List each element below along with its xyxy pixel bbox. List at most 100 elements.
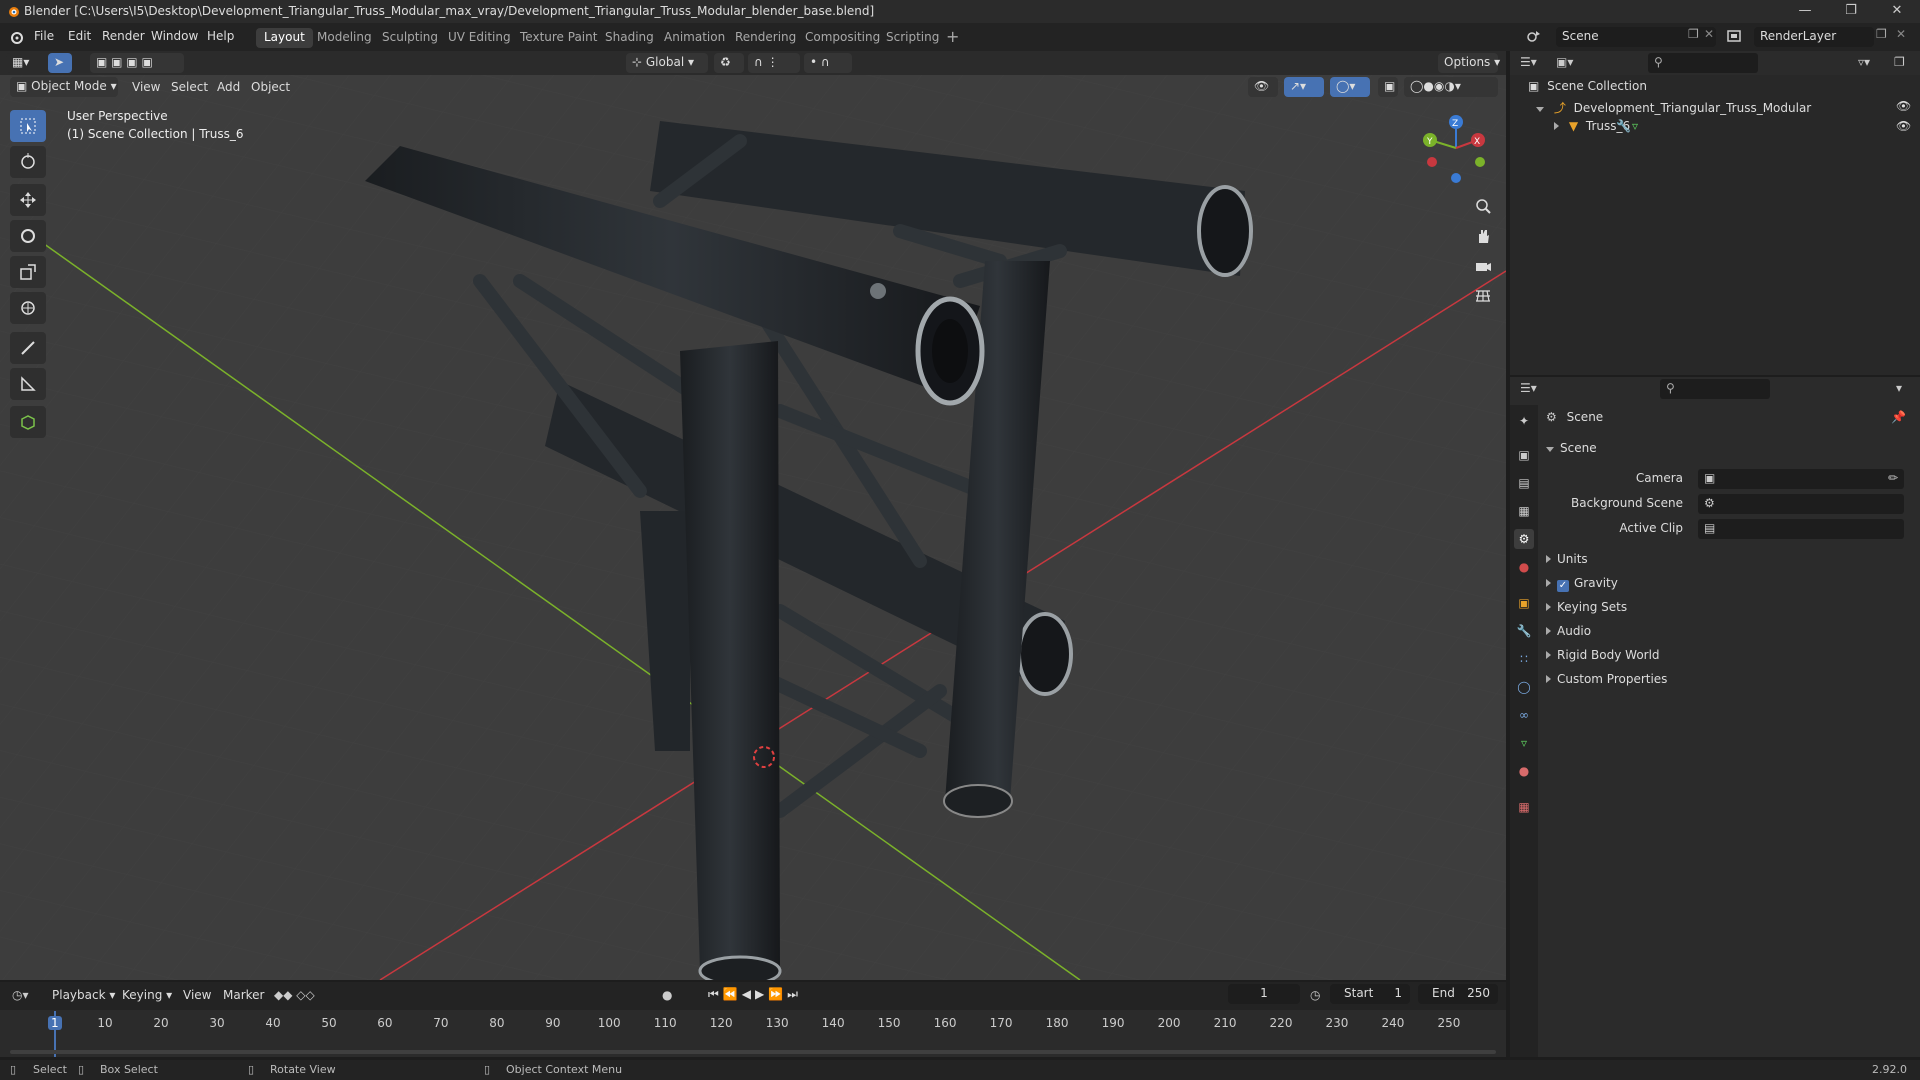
material-tab-icon[interactable]: ● bbox=[1514, 761, 1534, 781]
timeline-menu-view[interactable]: View bbox=[183, 988, 211, 1002]
navigation-gizmo[interactable]: Z Y X bbox=[1416, 108, 1496, 188]
world-tab-icon[interactable]: ● bbox=[1514, 557, 1534, 577]
background-scene-field[interactable]: ⚙ bbox=[1698, 494, 1904, 514]
delete-scene-icon[interactable]: ✕ bbox=[1704, 27, 1714, 41]
data-tab-icon[interactable]: ▿ bbox=[1514, 733, 1534, 753]
neg-z-handle-icon[interactable] bbox=[1451, 173, 1461, 183]
3d-viewport[interactable] bbox=[0, 51, 1506, 980]
rigid-body-world-panel-header[interactable]: Rigid Body World bbox=[1546, 648, 1660, 662]
output-tab-icon[interactable]: ▤ bbox=[1514, 473, 1534, 493]
display-mode-icon[interactable]: ▣▾ bbox=[1556, 55, 1573, 69]
scene-icon[interactable] bbox=[1526, 28, 1542, 44]
add-workspace-icon[interactable]: + bbox=[946, 27, 959, 46]
visibility-eye-icon[interactable]: 👁 bbox=[1896, 99, 1911, 113]
add-cube-tool-icon[interactable] bbox=[10, 406, 46, 438]
workspace-tab-shading[interactable]: Shading bbox=[597, 28, 662, 48]
gizmo-toggle-icon[interactable]: ↗▾ bbox=[1284, 77, 1324, 97]
measure-tool-icon[interactable] bbox=[10, 368, 46, 400]
rotate-tool-icon[interactable] bbox=[10, 220, 46, 252]
cursor-tool-icon[interactable] bbox=[10, 146, 46, 178]
collapse-arrow-icon[interactable] bbox=[1554, 122, 1559, 130]
properties-options-icon[interactable]: ▾ bbox=[1896, 381, 1902, 395]
outliner-row-scene-collection[interactable]: ▣ Scene Collection bbox=[1528, 79, 1908, 97]
timeline-menu-keying[interactable]: Keying ▾ bbox=[122, 988, 172, 1002]
particles-tab-icon[interactable]: ∷ bbox=[1514, 649, 1534, 669]
units-panel-header[interactable]: Units bbox=[1546, 552, 1588, 566]
menu-window[interactable]: Window bbox=[151, 29, 198, 43]
xray-toggle-icon[interactable]: ▣ bbox=[1378, 77, 1398, 97]
annotate-tool-icon[interactable] bbox=[10, 332, 46, 364]
pin-icon[interactable]: 📌 bbox=[1891, 410, 1906, 424]
neg-y-handle-icon[interactable] bbox=[1475, 157, 1485, 167]
proportional-edit-icon[interactable]: • ∩ bbox=[804, 53, 852, 73]
tool-tab-icon[interactable]: ✦ bbox=[1514, 411, 1534, 431]
preview-range-clock-icon[interactable]: ◷ bbox=[1310, 988, 1320, 1002]
move-tool-icon[interactable] bbox=[10, 184, 46, 216]
minimize-button[interactable]: — bbox=[1782, 0, 1828, 23]
view-layer-tab-icon[interactable]: ▦ bbox=[1514, 501, 1534, 521]
current-frame-field[interactable]: 1 bbox=[1228, 984, 1300, 1004]
menu-edit[interactable]: Edit bbox=[68, 29, 91, 43]
keying-sets-panel-header[interactable]: Keying Sets bbox=[1546, 600, 1627, 614]
snap-icon[interactable]: ∩ ⋮ bbox=[748, 53, 800, 73]
new-scene-icon[interactable]: ❐ bbox=[1688, 27, 1699, 41]
outliner-row-truss6[interactable]: ▼ Truss_6 🔧 ▿ 👁 bbox=[1554, 119, 1916, 137]
editor-type-icon[interactable]: ▦▾ bbox=[6, 53, 44, 73]
selection-mode-buttons[interactable]: ▣ ▣ ▣ ▣ bbox=[90, 53, 184, 73]
viewport-menu-view[interactable]: View bbox=[132, 80, 160, 94]
outliner-editor-type-icon[interactable]: ☰▾ bbox=[1520, 55, 1537, 69]
workspace-tab-compositing[interactable]: Compositing bbox=[797, 28, 888, 48]
select-box-tool-icon[interactable] bbox=[10, 110, 46, 142]
object-tab-icon[interactable]: ▣ bbox=[1514, 593, 1534, 613]
timeline-menu-playback[interactable]: Playback ▾ bbox=[52, 988, 115, 1002]
camera-field[interactable]: ▣ ✏ bbox=[1698, 469, 1904, 489]
constraints-tab-icon[interactable]: ∞ bbox=[1514, 705, 1534, 725]
delete-view-layer-icon[interactable]: ✕ bbox=[1896, 27, 1906, 41]
new-collection-icon[interactable]: ❐ bbox=[1894, 55, 1905, 69]
timeline-editor-type-icon[interactable]: ◷▾ bbox=[12, 988, 29, 1002]
viewport-menu-select[interactable]: Select bbox=[171, 80, 208, 94]
filter-icon[interactable]: ▿▾ bbox=[1858, 55, 1870, 69]
pivot-point-icon[interactable]: ♻ bbox=[714, 53, 744, 73]
timeline-menu-marker[interactable]: Marker bbox=[223, 988, 264, 1002]
properties-editor-type-icon[interactable]: ☰▾ bbox=[1520, 381, 1537, 395]
gravity-panel-header[interactable]: ✓ Gravity bbox=[1546, 576, 1618, 592]
workspace-tab-texture-paint[interactable]: Texture Paint bbox=[512, 28, 605, 48]
render-tab-icon[interactable]: ▣ bbox=[1514, 445, 1534, 465]
options-dropdown[interactable]: Options ▾ bbox=[1438, 53, 1500, 73]
playback-controls-icon[interactable]: ⏮⏪◀▶⏩⏭ bbox=[708, 987, 802, 1002]
pan-hand-icon[interactable] bbox=[1469, 222, 1497, 250]
mode-dropdown[interactable]: ▣ Object Mode ▾ bbox=[10, 77, 118, 97]
workspace-tab-animation[interactable]: Animation bbox=[656, 28, 733, 48]
texture-tab-icon[interactable]: ▦ bbox=[1514, 797, 1534, 817]
select-mode-icon[interactable]: ➤ bbox=[48, 53, 72, 73]
physics-tab-icon[interactable]: ◯ bbox=[1514, 677, 1534, 697]
end-frame-field[interactable]: End 250 bbox=[1418, 984, 1498, 1004]
view-layer-icon[interactable] bbox=[1726, 28, 1742, 44]
gravity-checkbox[interactable]: ✓ bbox=[1557, 580, 1569, 592]
workspace-tab-modeling[interactable]: Modeling bbox=[309, 28, 380, 48]
modifier-tab-icon[interactable]: 🔧 bbox=[1514, 621, 1534, 641]
timeline-scrollbar[interactable] bbox=[10, 1050, 1496, 1054]
visibility-eye-icon[interactable]: 👁 bbox=[1896, 119, 1911, 133]
menu-render[interactable]: Render bbox=[102, 29, 145, 43]
zoom-icon[interactable] bbox=[1469, 192, 1497, 220]
scale-tool-icon[interactable] bbox=[10, 256, 46, 288]
workspace-tab-sculpting[interactable]: Sculpting bbox=[374, 28, 446, 48]
scene-panel-header[interactable]: Scene bbox=[1546, 441, 1597, 455]
viewport-menu-add[interactable]: Add bbox=[217, 80, 240, 94]
close-button[interactable]: ✕ bbox=[1874, 0, 1920, 23]
view-layer-selector[interactable]: RenderLayer bbox=[1754, 27, 1874, 47]
audio-panel-header[interactable]: Audio bbox=[1546, 624, 1591, 638]
workspace-tab-layout[interactable]: Layout bbox=[256, 28, 313, 48]
keyframe-insert-icon[interactable]: ◆◆ ◇◇ bbox=[274, 988, 315, 1002]
eyedropper-icon[interactable]: ✏ bbox=[1888, 471, 1898, 485]
expand-arrow-icon[interactable] bbox=[1536, 107, 1544, 112]
visibility-icon[interactable]: 👁 bbox=[1248, 77, 1278, 97]
camera-view-icon[interactable] bbox=[1469, 252, 1497, 280]
custom-properties-panel-header[interactable]: Custom Properties bbox=[1546, 672, 1667, 686]
menu-help[interactable]: Help bbox=[207, 29, 234, 43]
blender-menu-icon[interactable] bbox=[8, 29, 24, 45]
perspective-toggle-icon[interactable] bbox=[1469, 282, 1497, 310]
transform-orientation-dropdown[interactable]: ⊹ Global ▾ bbox=[626, 53, 708, 73]
